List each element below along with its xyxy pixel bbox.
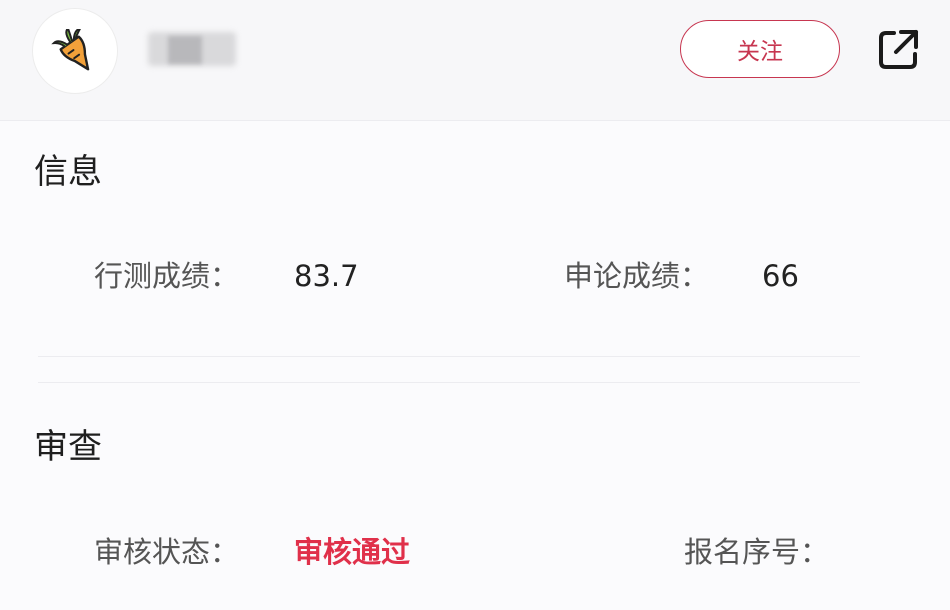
username-redacted [140, 28, 240, 70]
external-link-icon[interactable] [874, 26, 922, 74]
xingce-score-value: 83.7 [294, 259, 359, 293]
shenlun-score-value: 66 [762, 259, 799, 293]
divider [38, 356, 860, 357]
review-status-label: 审核状态： [94, 535, 240, 569]
registration-number-label: 报名序号： [684, 535, 830, 569]
divider [38, 382, 860, 383]
review-status-value: 审核通过 [294, 535, 411, 569]
carrot-icon [51, 29, 90, 71]
shenlun-score-label: 申论成绩： [564, 259, 710, 293]
profile-header: 关注 [0, 0, 950, 121]
avatar[interactable] [32, 8, 118, 94]
section-title-info: 信息 [34, 152, 102, 192]
follow-button[interactable]: 关注 [680, 20, 840, 78]
xingce-score-label: 行测成绩： [94, 259, 240, 293]
section-title-review: 审查 [34, 427, 102, 467]
